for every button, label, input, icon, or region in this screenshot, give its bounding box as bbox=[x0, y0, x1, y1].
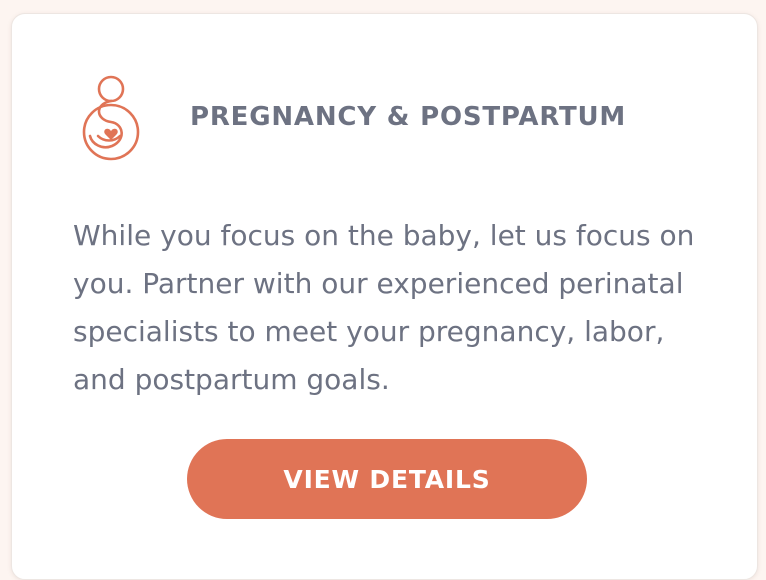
service-card: PREGNANCY & POSTPARTUM While you focus o… bbox=[11, 13, 758, 580]
view-details-button[interactable]: VIEW DETAILS bbox=[187, 439, 587, 519]
card-title: PREGNANCY & POSTPARTUM bbox=[190, 102, 627, 132]
card-description: While you focus on the baby, let us focu… bbox=[73, 219, 695, 396]
card-header: PREGNANCY & POSTPARTUM bbox=[80, 74, 700, 164]
pregnancy-icon bbox=[82, 75, 140, 161]
